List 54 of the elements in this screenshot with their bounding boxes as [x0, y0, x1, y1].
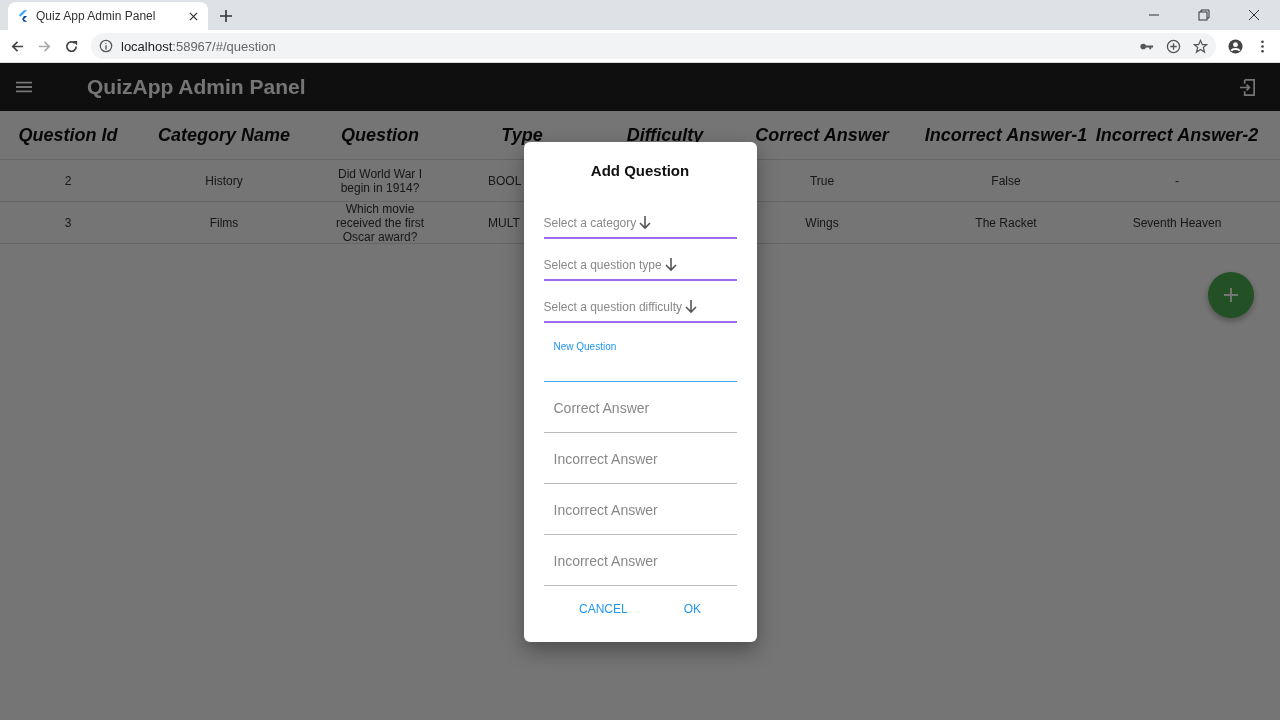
column-header: Question	[341, 124, 419, 146]
input-field[interactable]: Incorrect Answer	[543, 433, 737, 484]
table-cell: 2	[64, 173, 72, 188]
new-tab-icon[interactable]	[220, 10, 232, 22]
table-cell: Films	[209, 215, 239, 230]
down-arrow-icon	[639, 216, 652, 230]
browser-tab[interactable]: Quiz App Admin Panel	[8, 2, 208, 30]
url-text: localhost:58967/#/question	[121, 38, 276, 54]
zoom-plus-icon[interactable]	[1166, 38, 1181, 54]
app-title: QuizApp Admin Panel	[87, 75, 306, 99]
input-field[interactable]: Correct Answer	[543, 382, 737, 433]
table-cell-text: Which movie received the first Oscar award?	[334, 201, 425, 244]
table-cell: Wings	[805, 215, 839, 230]
plus-icon	[1224, 288, 1238, 302]
table-cell: False	[991, 173, 1021, 188]
table-cell-text: Did World War I begin in 1914?	[337, 166, 423, 195]
column-header: Question Id	[18, 124, 118, 146]
table-cell: MULT	[488, 215, 520, 230]
flutter-logo-icon	[18, 10, 28, 22]
account-icon[interactable]	[1228, 38, 1243, 54]
field-label: New Question	[553, 341, 617, 352]
column-header: Incorrect Answer-2	[1095, 124, 1259, 146]
column-header: Difficulty	[626, 124, 704, 146]
table-cell: The Racket	[975, 215, 1037, 230]
column-header: Correct Answer	[755, 124, 889, 146]
exit-icon[interactable]	[1239, 78, 1256, 96]
table-cell: True	[809, 173, 835, 188]
star-icon[interactable]	[1193, 38, 1208, 54]
dropdown-field[interactable]: Select a category	[543, 197, 737, 239]
dropdown-field[interactable]: Select a question type	[543, 239, 737, 281]
dropdown-field[interactable]: Select a question difficulty	[543, 281, 737, 323]
column-header: Category Name	[157, 124, 290, 146]
input-field[interactable]: Incorrect Answer	[543, 484, 737, 535]
table-cell: 3	[64, 215, 72, 230]
address-field[interactable]: localhost:58967/#/question	[91, 33, 1216, 59]
table-cell: History	[205, 173, 243, 188]
info-icon	[99, 39, 113, 53]
table-cell: Seventh Heaven	[1132, 215, 1222, 230]
table-cell: -	[1175, 173, 1179, 188]
close-icon[interactable]	[1248, 9, 1260, 21]
dialog-title: Add Question	[589, 162, 691, 179]
tab-title: Quiz App Admin Panel	[36, 9, 157, 23]
down-arrow-icon	[664, 258, 677, 272]
ok-button[interactable]: OK	[675, 598, 709, 620]
menu-icon[interactable]	[16, 81, 32, 93]
column-header: Type	[501, 124, 543, 146]
down-arrow-icon	[685, 300, 698, 314]
restore-icon[interactable]	[1198, 9, 1210, 21]
input-field[interactable]: Incorrect Answer	[543, 535, 737, 586]
reload-icon[interactable]	[64, 38, 79, 54]
cancel-button[interactable]: CANCEL	[571, 598, 636, 620]
close-icon[interactable]	[189, 11, 198, 21]
column-header: Incorrect Answer-1	[924, 124, 1088, 146]
table-cell: BOOL	[488, 173, 522, 188]
